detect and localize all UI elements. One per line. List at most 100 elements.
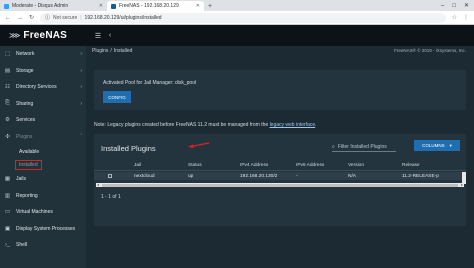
chevron-right-icon: › [80,51,82,58]
close-window-icon[interactable]: ✕ [464,2,469,9]
horizontal-scrollbar[interactable]: ◂ ▸ [96,182,464,187]
row-checkbox[interactable] [108,174,112,178]
directory-icon: ☷ [5,84,10,91]
storage-icon: ▤ [4,67,11,74]
sidebar-item-label: Storage [16,67,34,74]
sidebar-item-label: Services [16,117,36,124]
browser-tab-bar: Moderate - Disqus Admin ✕ FreeNAS - 192.… [0,0,474,11]
new-tab-button[interactable]: + [204,1,216,11]
sidebar-item-virtual-machines[interactable]: ▭ Virtual Machines [0,204,86,221]
columns-label: COLUMNS [422,143,445,148]
chevron-down-icon: ˇ [80,133,82,140]
sidebar-item-label: Jails [16,176,27,183]
sidebar-subitem-label: Installed [15,159,42,170]
sidebar-item-services[interactable]: ⚙ Services [0,112,86,129]
network-icon: ⬚ [4,51,11,58]
forward-icon[interactable]: → [17,15,23,21]
sidebar-item-jails[interactable]: ▦ Jails [0,171,86,188]
sidebar-subitem-available[interactable]: Available [0,145,86,158]
address-bar[interactable]: ⓘ Not secure | 192.168.20.129/ui/plugins… [40,12,446,23]
freenas-favicon-icon [111,3,116,9]
sidebar-item-plugins[interactable]: ✣ Plugins ˇ [0,129,86,146]
menu-icon[interactable]: ☰ [92,32,104,40]
column-header-ipv4[interactable]: IPv4 Address [240,163,268,168]
security-label: Not secure [53,14,78,21]
filter-placeholder: Filter Installed Plugins [337,144,387,150]
sidebar-item-display-system-processes[interactable]: ▣ Display System Processes [0,221,86,238]
processes-icon: ▣ [4,225,11,232]
sidebar-item-storage[interactable]: ▤ Storage › [0,63,86,80]
cell-ipv4: 192.168.20.130/2 [240,173,278,179]
brand-name: FreeNAS [23,30,68,41]
pagination-text: 1 - 1 of 1 [101,194,121,200]
bookmark-star-icon[interactable]: ☆ [452,14,457,21]
reload-icon[interactable]: ↻ [29,14,34,21]
sidebar-subitem-installed[interactable]: Installed [0,158,86,171]
search-icon: ⌕ [332,144,335,150]
browser-menu-icon[interactable]: ⋮ [463,14,469,21]
sidebar-item-label: Sharing [16,100,34,107]
scrollbar-thumb[interactable] [102,183,458,187]
breadcrumb-plugins[interactable]: Plugins [92,48,108,54]
installed-plugins-card: Installed Plugins ⌕ Filter Installed Plu… [94,134,466,226]
column-header-jail[interactable]: Jail [134,163,141,168]
sidebar-item-label: Plugins [16,133,33,140]
column-header-status[interactable]: Status [188,163,202,168]
sidebar-item-reporting[interactable]: ▥ Reporting [0,188,86,205]
sharing-icon: ⎘ [5,100,10,107]
freenas-logo-icon: ⋙ [9,31,21,40]
tab-title: Moderate - Disqus Admin [12,3,69,9]
browser-toolbar: ← → ↻ ⓘ Not secure | 192.168.20.129/ui/p… [0,11,474,25]
freenas-logo[interactable]: ⋙ FreeNAS [0,25,92,46]
jail-pool-card: Activated Pool for Jail Manager: disk_po… [94,70,466,110]
note-suffix: . [315,122,317,128]
columns-button[interactable]: COLUMNS ▾ [414,140,460,151]
vm-icon: ▭ [4,209,11,216]
app-header: ⋙ FreeNAS ☰ ‹ [0,25,474,46]
back-icon[interactable]: ← [5,15,11,21]
column-header-version[interactable]: Version [348,163,364,168]
cell-ipv6: - [296,173,298,179]
sidebar-subitem-label: Available [19,148,40,155]
address-separator: | [80,14,82,21]
tab-title: FreeNAS - 192.168.20.129 [119,3,179,9]
sidebar: ⬚ Network › ▤ Storage › ☷ Directory Serv… [0,46,86,268]
chevron-right-icon: › [80,67,82,74]
sidebar-item-label: Display System Processes [16,225,76,232]
window-controls: – □ ✕ [441,0,474,11]
filter-input[interactable]: ⌕ Filter Installed Plugins [332,143,396,152]
table-row[interactable]: nextcloud up 192.168.20.130/2 - N/A 11.2… [94,172,466,180]
cell-release: 11.2-RELEASE-p [402,173,439,179]
scroll-left-icon[interactable]: ◂ [97,182,99,187]
sidebar-item-label: Reporting [16,192,38,199]
red-arrow-icon [188,142,210,148]
close-tab-icon[interactable]: ✕ [196,3,200,9]
browser-tab-freenas[interactable]: FreeNAS - 192.168.20.129 ✕ [107,1,204,11]
table-header: Jail Status IPv4 Address IPv6 Address Ve… [94,161,466,171]
services-icon: ⚙ [5,117,10,124]
info-icon[interactable]: ⓘ [45,14,50,21]
minimize-icon[interactable]: – [441,3,444,9]
sidebar-item-label: Directory Services [16,84,57,91]
copyright-text: FreeNAS® © 2019 - iXsystems, Inc. [394,48,466,53]
legacy-web-interface-link[interactable]: legacy web interface [270,122,316,128]
breadcrumb-installed: Installed [113,47,133,54]
column-header-ipv6[interactable]: IPv6 Address [296,163,324,168]
browser-tab-disqus[interactable]: Moderate - Disqus Admin ✕ [0,1,107,11]
reporting-icon: ▥ [4,192,11,199]
maximize-icon[interactable]: □ [452,3,456,9]
scroll-right-icon[interactable]: ▸ [461,182,463,187]
sidebar-item-network[interactable]: ⬚ Network › [0,46,86,63]
sidebar-item-sharing[interactable]: ⎘ Sharing › [0,96,86,113]
close-tab-icon[interactable]: ✕ [99,3,103,9]
sidebar-item-directory-services[interactable]: ☷ Directory Services › [0,79,86,96]
chevron-right-icon: › [80,100,82,107]
main-content: Plugins / Installed FreeNAS® © 2019 - iX… [86,46,474,268]
config-button[interactable]: CONFIG [103,91,131,103]
sidebar-item-shell[interactable]: ›_ Shell [0,237,86,254]
pool-status-text: Activated Pool for Jail Manager: disk_po… [103,80,197,86]
column-header-release[interactable]: Release [402,163,420,168]
chevron-left-icon[interactable]: ‹ [104,32,116,39]
chevron-right-icon: › [80,84,82,91]
legacy-note: Note: Legacy plugins created before Free… [94,122,317,128]
